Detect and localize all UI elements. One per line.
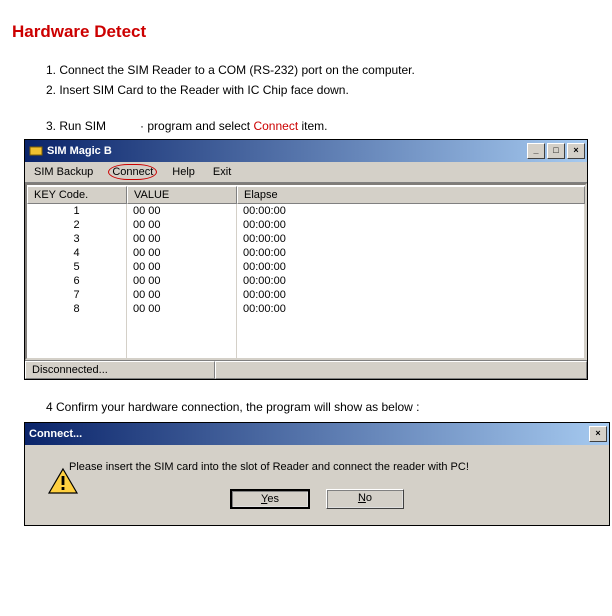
grid: KEY Code. VALUE Elapse 100 0000:00:00 20…	[25, 183, 587, 360]
table-row[interactable]: 400 0000:00:00	[27, 246, 585, 260]
minimize-button[interactable]: _	[527, 143, 545, 159]
menu-exit[interactable]: Exit	[210, 165, 234, 179]
table-row[interactable]	[27, 330, 585, 344]
menu-help[interactable]: Help	[169, 165, 198, 179]
dialog-title: Connect...	[29, 428, 589, 440]
menubar: SIM Backup Connect Help Exit	[25, 162, 587, 183]
status-text: Disconnected...	[25, 361, 215, 379]
menu-sim-backup[interactable]: SIM Backup	[31, 165, 96, 179]
window-title: SIM Magic B	[47, 145, 527, 157]
yes-button[interactable]: Yes	[230, 489, 310, 509]
col-key-header[interactable]: KEY Code.	[27, 186, 127, 204]
table-row[interactable]	[27, 344, 585, 358]
table-row[interactable]: 700 0000:00:00	[27, 288, 585, 302]
titlebar[interactable]: SIM Magic B _ □ ×	[25, 140, 587, 162]
sim-magic-window: SIM Magic B _ □ × SIM Backup Connect Hel…	[24, 139, 588, 380]
connect-word: Connect	[253, 119, 298, 133]
step-2: 2. Insert SIM Card to the Reader with IC…	[46, 80, 602, 100]
table-row[interactable]	[27, 316, 585, 330]
table-row[interactable]: 300 0000:00:00	[27, 232, 585, 246]
step-4: 4 Confirm your hardware connection, the …	[46, 400, 602, 414]
table-row[interactable]: 600 0000:00:00	[27, 274, 585, 288]
dialog-close-button[interactable]: ×	[589, 426, 607, 442]
step-1: 1. Connect the SIM Reader to a COM (RS-2…	[46, 60, 602, 80]
step-3: 3. Run SIM· program and select Connect i…	[46, 119, 602, 133]
dialog-titlebar[interactable]: Connect... ×	[25, 423, 609, 445]
table-row[interactable]: 800 0000:00:00	[27, 302, 585, 316]
table-row[interactable]: 100 0000:00:00	[27, 204, 585, 218]
statusbar: Disconnected...	[25, 360, 587, 379]
page-title: Hardware Detect	[12, 22, 602, 42]
app-icon	[29, 144, 43, 158]
maximize-button[interactable]: □	[547, 143, 565, 159]
menu-connect[interactable]: Connect	[108, 164, 157, 180]
connect-dialog: Connect... × Please insert the SIM card …	[24, 422, 610, 526]
grid-header: KEY Code. VALUE Elapse	[27, 185, 585, 204]
col-elapse-header[interactable]: Elapse	[237, 186, 585, 204]
table-row[interactable]: 500 0000:00:00	[27, 260, 585, 274]
close-button[interactable]: ×	[567, 143, 585, 159]
col-value-header[interactable]: VALUE	[127, 186, 237, 204]
dialog-message: Please insert the SIM card into the slot…	[69, 461, 591, 473]
no-button[interactable]: No	[326, 489, 404, 509]
table-row[interactable]: 200 0000:00:00	[27, 218, 585, 232]
